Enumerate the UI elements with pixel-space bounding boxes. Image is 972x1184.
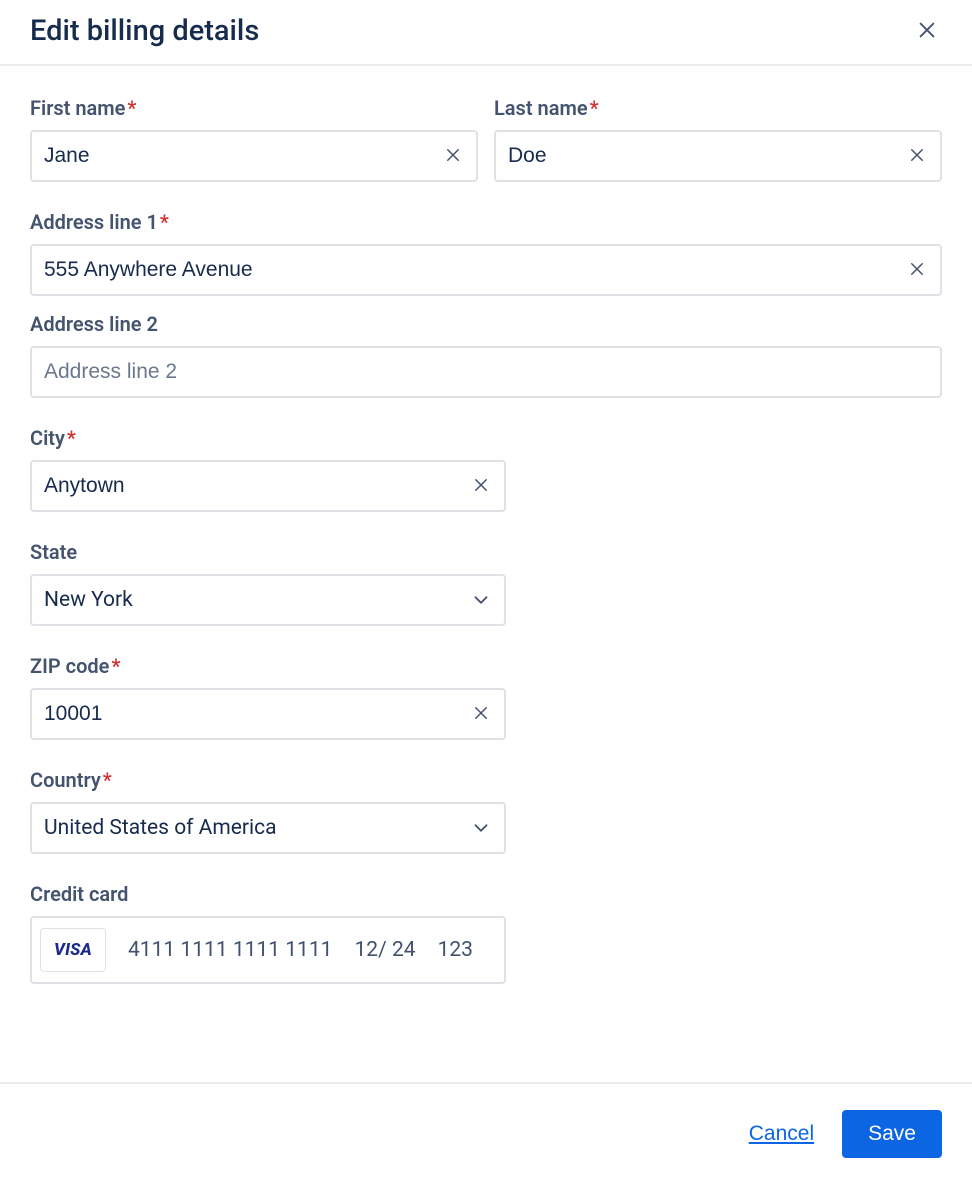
modal-body: First name* Last name*: [0, 66, 972, 1082]
zip-label: ZIP code*: [30, 654, 506, 678]
first-name-label: First name*: [30, 96, 478, 120]
address1-clear-button[interactable]: [904, 256, 930, 285]
last-name-clear-button[interactable]: [904, 142, 930, 171]
address2-input-wrap: [30, 346, 942, 398]
city-clear-button[interactable]: [468, 472, 494, 501]
zip-input-wrap: [30, 688, 506, 740]
address1-label: Address line 1*: [30, 210, 942, 234]
city-label: City*: [30, 426, 506, 450]
required-marker: *: [160, 210, 169, 234]
last-name-label: Last name*: [494, 96, 942, 120]
city-input-wrap: [30, 460, 506, 512]
country-field: Country* United States of America: [30, 768, 506, 854]
state-value: New York: [44, 588, 133, 612]
last-name-field: Last name*: [494, 96, 942, 182]
cancel-button[interactable]: Cancel: [747, 1116, 816, 1152]
clear-icon: [472, 476, 490, 497]
first-name-field: First name*: [30, 96, 478, 182]
edit-billing-modal: Edit billing details First name*: [0, 0, 972, 1184]
address1-field: Address line 1*: [30, 210, 942, 296]
state-field: State New York: [30, 540, 506, 626]
address2-field: Address line 2: [30, 312, 942, 398]
card-number: 4111 1111 1111 1111: [128, 938, 332, 962]
credit-card-input[interactable]: VISA 4111 1111 1111 1111 12/ 24 123: [30, 916, 506, 984]
close-button[interactable]: [912, 15, 942, 48]
save-button[interactable]: Save: [842, 1110, 942, 1158]
zip-clear-button[interactable]: [468, 700, 494, 729]
country-label-text: Country: [30, 768, 101, 792]
required-marker: *: [127, 96, 136, 120]
card-expiry: 12/ 24: [354, 938, 415, 962]
state-select[interactable]: New York: [30, 574, 506, 626]
address2-label: Address line 2: [30, 312, 942, 336]
first-name-input[interactable]: [44, 132, 440, 180]
required-marker: *: [111, 654, 120, 678]
country-value: United States of America: [44, 816, 277, 840]
first-name-label-text: First name: [30, 96, 125, 120]
country-label: Country*: [30, 768, 506, 792]
clear-icon: [908, 260, 926, 281]
card-brand-icon: VISA: [40, 928, 106, 972]
credit-card-field: Credit card VISA 4111 1111 1111 1111 12/…: [30, 882, 506, 984]
last-name-input-wrap: [494, 130, 942, 182]
country-select[interactable]: United States of America: [30, 802, 506, 854]
state-label: State: [30, 540, 506, 564]
required-marker: *: [67, 426, 76, 450]
modal-title: Edit billing details: [30, 14, 259, 48]
address1-label-text: Address line 1: [30, 210, 158, 234]
required-marker: *: [590, 96, 599, 120]
modal-header: Edit billing details: [0, 0, 972, 66]
address1-input[interactable]: [44, 246, 904, 294]
close-icon: [916, 19, 938, 44]
address1-input-wrap: [30, 244, 942, 296]
last-name-label-text: Last name: [494, 96, 588, 120]
credit-card-label: Credit card: [30, 882, 506, 906]
clear-icon: [444, 146, 462, 167]
last-name-input[interactable]: [508, 132, 904, 180]
zip-field: ZIP code*: [30, 654, 506, 740]
chevron-down-icon: [470, 589, 492, 611]
modal-footer: Cancel Save: [0, 1082, 972, 1184]
city-input[interactable]: [44, 462, 468, 510]
chevron-down-icon: [470, 817, 492, 839]
first-name-clear-button[interactable]: [440, 142, 466, 171]
card-cvc: 123: [438, 938, 473, 962]
city-field: City*: [30, 426, 506, 512]
clear-icon: [472, 704, 490, 725]
clear-icon: [908, 146, 926, 167]
city-label-text: City: [30, 426, 65, 450]
zip-input[interactable]: [44, 690, 468, 738]
required-marker: *: [103, 768, 112, 792]
zip-label-text: ZIP code: [30, 654, 109, 678]
first-name-input-wrap: [30, 130, 478, 182]
address2-input[interactable]: [44, 348, 930, 396]
